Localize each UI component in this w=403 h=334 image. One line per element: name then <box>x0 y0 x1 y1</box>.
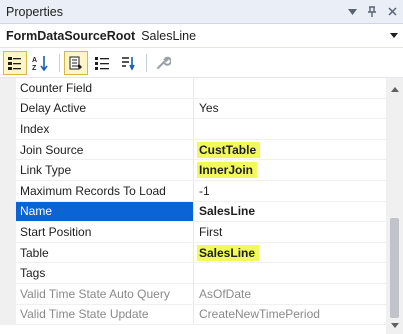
property-pages-icon[interactable] <box>151 51 175 75</box>
property-value[interactable]: SalesLine <box>194 202 386 222</box>
property-row[interactable]: Start Position First <box>0 222 386 243</box>
property-row[interactable]: Index <box>0 119 386 140</box>
property-value-cell[interactable]: CustTable <box>194 140 386 160</box>
property-name: Link Type <box>16 160 194 180</box>
property-row[interactable]: Tags <box>0 263 386 284</box>
events-icon[interactable] <box>90 51 114 75</box>
property-name: Counter Field <box>16 78 194 98</box>
svg-text:Z: Z <box>32 65 37 71</box>
toolbar-separator <box>146 53 147 72</box>
property-name: Join Source <box>16 139 194 160</box>
object-selector[interactable]: FormDataSourceRoot SalesLine <box>0 24 403 48</box>
property-value[interactable] <box>194 263 386 283</box>
object-type: SalesLine <box>141 28 197 43</box>
property-name: Tags <box>16 263 194 283</box>
property-name: Delay Active <box>16 98 194 119</box>
property-name: Index <box>16 119 194 139</box>
property-name: Valid Time State Auto Query <box>16 283 194 304</box>
close-icon[interactable] <box>383 3 401 21</box>
property-name: Valid Time State Update <box>16 304 194 325</box>
window-title: Properties <box>6 4 63 19</box>
vertical-scrollbar[interactable] <box>386 78 403 334</box>
property-value: InnerJoin <box>197 162 258 179</box>
property-value: SalesLine <box>197 244 260 261</box>
property-row[interactable]: Join Source CustTable <box>0 139 386 161</box>
scroll-up-icon[interactable] <box>386 82 403 96</box>
property-grid: Counter Field Delay Active Yes Index Joi… <box>0 78 386 334</box>
categorized-icon[interactable] <box>3 50 27 75</box>
toolbar-separator <box>59 53 60 72</box>
property-row-disabled: Valid Time State Auto Query AsOfDate <box>0 283 386 305</box>
properties-icon[interactable] <box>64 50 88 75</box>
property-row[interactable]: Counter Field <box>0 78 386 99</box>
property-value: CreateNewTimePeriod <box>199 307 320 322</box>
scroll-down-icon[interactable] <box>386 318 403 332</box>
property-name: Name <box>16 201 194 222</box>
property-name: Maximum Records To Load <box>16 180 194 201</box>
property-name: Start Position <box>16 222 194 242</box>
dropdown-icon[interactable] <box>343 3 361 21</box>
property-value[interactable] <box>194 119 386 139</box>
alphabetical-icon[interactable]: A Z <box>29 51 53 75</box>
property-row[interactable]: Delay Active Yes <box>0 98 386 120</box>
property-value[interactable]: -1 <box>194 181 386 201</box>
property-row[interactable]: Maximum Records To Load -1 <box>0 180 386 202</box>
properties-toolbar: A Z <box>0 48 403 78</box>
property-row-selected[interactable]: Name SalesLine <box>0 201 386 223</box>
property-row[interactable]: Link Type InnerJoin <box>0 160 386 181</box>
svg-text:A: A <box>32 57 37 64</box>
pin-icon[interactable] <box>363 3 381 21</box>
property-value: AsOfDate <box>199 286 252 301</box>
object-name: FormDataSourceRoot <box>6 28 136 43</box>
property-value-cell[interactable]: SalesLine <box>194 243 386 263</box>
property-value[interactable]: Yes <box>194 99 386 119</box>
property-row[interactable]: Table SalesLine <box>0 242 386 264</box>
property-value[interactable]: First <box>194 222 386 242</box>
sort-icon[interactable] <box>116 51 140 75</box>
property-name: Table <box>16 242 194 263</box>
chevron-down-icon[interactable] <box>385 33 403 38</box>
property-row-disabled: Valid Time State Update CreateNewTimePer… <box>0 304 386 326</box>
properties-titlebar: Properties <box>0 0 403 24</box>
scrollbar-thumb[interactable] <box>390 218 399 318</box>
property-value[interactable] <box>194 78 386 98</box>
property-value: CustTable <box>197 141 261 158</box>
property-value-cell[interactable]: InnerJoin <box>194 160 386 180</box>
